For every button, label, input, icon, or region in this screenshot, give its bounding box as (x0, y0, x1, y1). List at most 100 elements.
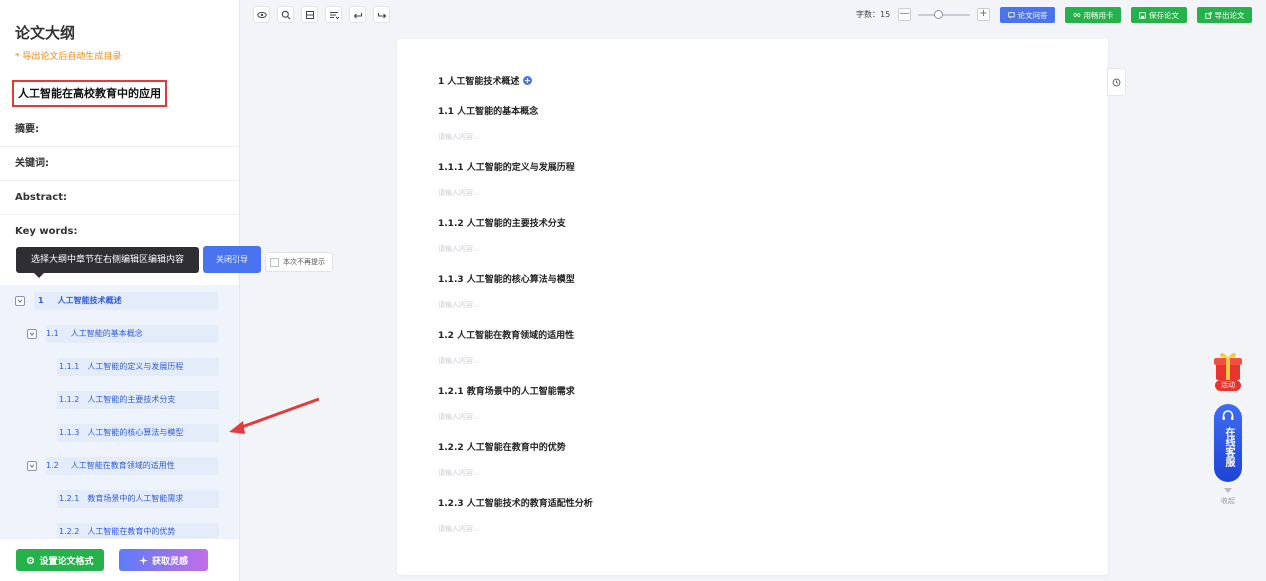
redo-button[interactable] (373, 6, 390, 23)
chevron-down-icon[interactable] (27, 461, 37, 471)
heading-1-1-1[interactable]: 1.1.1 人工智能的定义与发展历程 (438, 160, 575, 173)
keywords-cn-row[interactable]: 关键词: (0, 147, 239, 181)
outline-item[interactable]: 1.2 人工智能在教育领域的适用性 (27, 457, 218, 475)
outline-box: 1.2 人工智能在教育领域的适用性 (46, 457, 218, 475)
sidebar-title: 论文大纲 (15, 24, 76, 42)
outline-item[interactable]: 1.1.3 人工智能的核心算法与模型 (57, 424, 219, 442)
outline-num: 1.1 (46, 329, 59, 338)
guide-tooltip: 选择大纲中章节在右侧编辑区编辑内容 (16, 247, 199, 278)
editor-toolbar: 字数：15 — + 论文问答 用畅用卡 保存论文 导出论文 (240, 0, 1266, 30)
content-placeholder[interactable]: 请输入内容... (438, 132, 480, 142)
outline-box: 1.1.3 人工智能的核心算法与模型 (57, 424, 219, 442)
outline-num: 1.2.2 (59, 527, 80, 536)
content-placeholder[interactable]: 请输入内容... (438, 524, 480, 534)
activity-label: 活动 (1215, 380, 1241, 391)
editor-document[interactable]: 1 人工智能技术概述 1.1 人工智能的基本概念 请输入内容... 1.1.1 … (397, 39, 1108, 575)
heading-1-2-3[interactable]: 1.2.3 人工智能技术的教育适配性分析 (438, 496, 593, 509)
outline-item[interactable]: 1.1 人工智能的基本概念 (27, 325, 218, 343)
abstract-cn-row[interactable]: 摘要: (0, 113, 239, 147)
outline-box: 1.1.2 人工智能的主要技术分支 (57, 391, 219, 409)
layout-button[interactable] (301, 6, 318, 23)
chevron-down-icon[interactable] (27, 329, 37, 339)
no-remind-label: 本次不再提示 (283, 258, 325, 266)
outline-num: 1 (38, 296, 44, 305)
outline-item[interactable]: 1.1.1 人工智能的定义与发展历程 (57, 358, 219, 376)
online-support-label: 在线客服 (1223, 427, 1234, 467)
zoom-slider-track[interactable] (918, 14, 970, 16)
chat-icon (1007, 11, 1015, 19)
outline-item[interactable]: 1.2.2 人工智能在教育中的优势 (57, 523, 219, 538)
list-format-button[interactable] (325, 6, 342, 23)
preview-button[interactable] (253, 6, 270, 23)
heading-1-1-3[interactable]: 1.1.3 人工智能的核心算法与模型 (438, 272, 575, 285)
outline-item[interactable]: 1.1.2 人工智能的主要技术分支 (57, 391, 219, 409)
heading-1-1-2[interactable]: 1.1.2 人工智能的主要技术分支 (438, 216, 566, 229)
activity-gift-button[interactable]: 活动 (1213, 350, 1243, 392)
paper-qa-button[interactable]: 论文问答 (1000, 7, 1055, 23)
add-section-icon[interactable] (523, 76, 533, 85)
close-guide-button[interactable]: 关闭引导 (203, 246, 261, 273)
get-inspiration-button[interactable]: 获取灵感 (119, 549, 208, 571)
outline-num: 1.1.1 (59, 362, 80, 371)
headset-icon (1222, 410, 1234, 420)
outline-tree: 1 人工智能技术概述 1.1 人工智能的基本概念 1.1.1 人工智能的定义与发… (0, 285, 239, 538)
undo-icon (353, 12, 362, 18)
outline-box: 1.2.1 教育场景中的人工智能需求 (57, 490, 219, 508)
collapse-button[interactable]: 收起 (1216, 488, 1240, 506)
meta-label: 关键词: (15, 158, 49, 169)
gear-icon (27, 556, 35, 564)
outline-label: 人工智能在教育领域的适用性 (70, 461, 175, 470)
outline-num: 1.2.1 (59, 494, 80, 503)
undo-button[interactable] (349, 6, 366, 23)
online-support-button[interactable]: 在线客服 (1214, 404, 1242, 482)
content-placeholder[interactable]: 请输入内容... (438, 356, 480, 366)
gift-icon (1214, 352, 1242, 380)
export-paper-button[interactable]: 导出论文 (1197, 7, 1252, 23)
save-icon (1139, 11, 1146, 19)
heading-1-2-1[interactable]: 1.2.1 教育场景中的人工智能需求 (438, 384, 575, 397)
outline-box: 1.1.1 人工智能的定义与发展历程 (57, 358, 219, 376)
heading-1-2-2[interactable]: 1.2.2 人工智能在教育中的优势 (438, 440, 566, 453)
save-paper-button[interactable]: 保存论文 (1131, 7, 1187, 23)
content-placeholder[interactable]: 请输入内容... (438, 412, 480, 422)
outline-label: 教育场景中的人工智能需求 (87, 494, 184, 503)
zoom-in-button[interactable]: + (977, 8, 990, 21)
word-count-value: 15 (880, 10, 891, 19)
heading-1[interactable]: 1 人工智能技术概述 (438, 74, 533, 87)
checkbox-box[interactable] (270, 257, 279, 267)
content-placeholder[interactable]: 请输入内容... (438, 468, 480, 478)
sidebar-tip: * 导出论文后自动生成目录 (15, 52, 122, 62)
content-placeholder[interactable]: 请输入内容... (438, 244, 480, 254)
meta-label: 摘要: (15, 124, 39, 135)
export-paper-label: 导出论文 (1214, 10, 1245, 20)
set-format-button[interactable]: 设置论文格式 (16, 549, 104, 571)
zoom-slider-handle[interactable] (934, 10, 944, 19)
set-format-label: 设置论文格式 (39, 556, 94, 567)
keywords-en-row[interactable]: Key words: (0, 215, 239, 249)
use-card-button[interactable]: 用畅用卡 (1065, 7, 1121, 23)
collapse-label: 收起 (1221, 497, 1235, 505)
outline-box: 1.2.2 人工智能在教育中的优势 (57, 523, 219, 538)
outline-item[interactable]: 1.2.1 教育场景中的人工智能需求 (57, 490, 219, 508)
caret-down-icon (1224, 488, 1232, 493)
outline-label: 人工智能的基本概念 (70, 329, 143, 338)
heading-1-2[interactable]: 1.2 人工智能在教育领域的适用性 (438, 328, 574, 341)
outline-item[interactable]: 1 人工智能技术概述 (15, 292, 218, 310)
no-remind-checkbox[interactable]: 本次不再提示 (265, 252, 333, 272)
paper-qa-label: 论文问答 (1017, 10, 1048, 20)
history-button[interactable] (1107, 68, 1126, 96)
find-button[interactable] (277, 6, 294, 23)
zoom-out-button[interactable]: — (898, 8, 911, 21)
layout-icon (305, 10, 314, 19)
outline-label: 人工智能的主要技术分支 (87, 395, 176, 404)
eye-icon (256, 11, 267, 18)
list-icon (329, 11, 339, 19)
abstract-en-row[interactable]: Abstract: (0, 181, 239, 215)
paper-title[interactable]: 人工智能在高校教育中的应用 (12, 80, 167, 107)
annotation-arrow (229, 397, 320, 434)
content-placeholder[interactable]: 请输入内容... (438, 300, 480, 310)
heading-1-1[interactable]: 1.1 人工智能的基本概念 (438, 104, 538, 117)
chevron-down-icon[interactable] (15, 296, 25, 306)
outline-num: 1.1.3 (59, 428, 80, 437)
content-placeholder[interactable]: 请输入内容... (438, 188, 480, 198)
